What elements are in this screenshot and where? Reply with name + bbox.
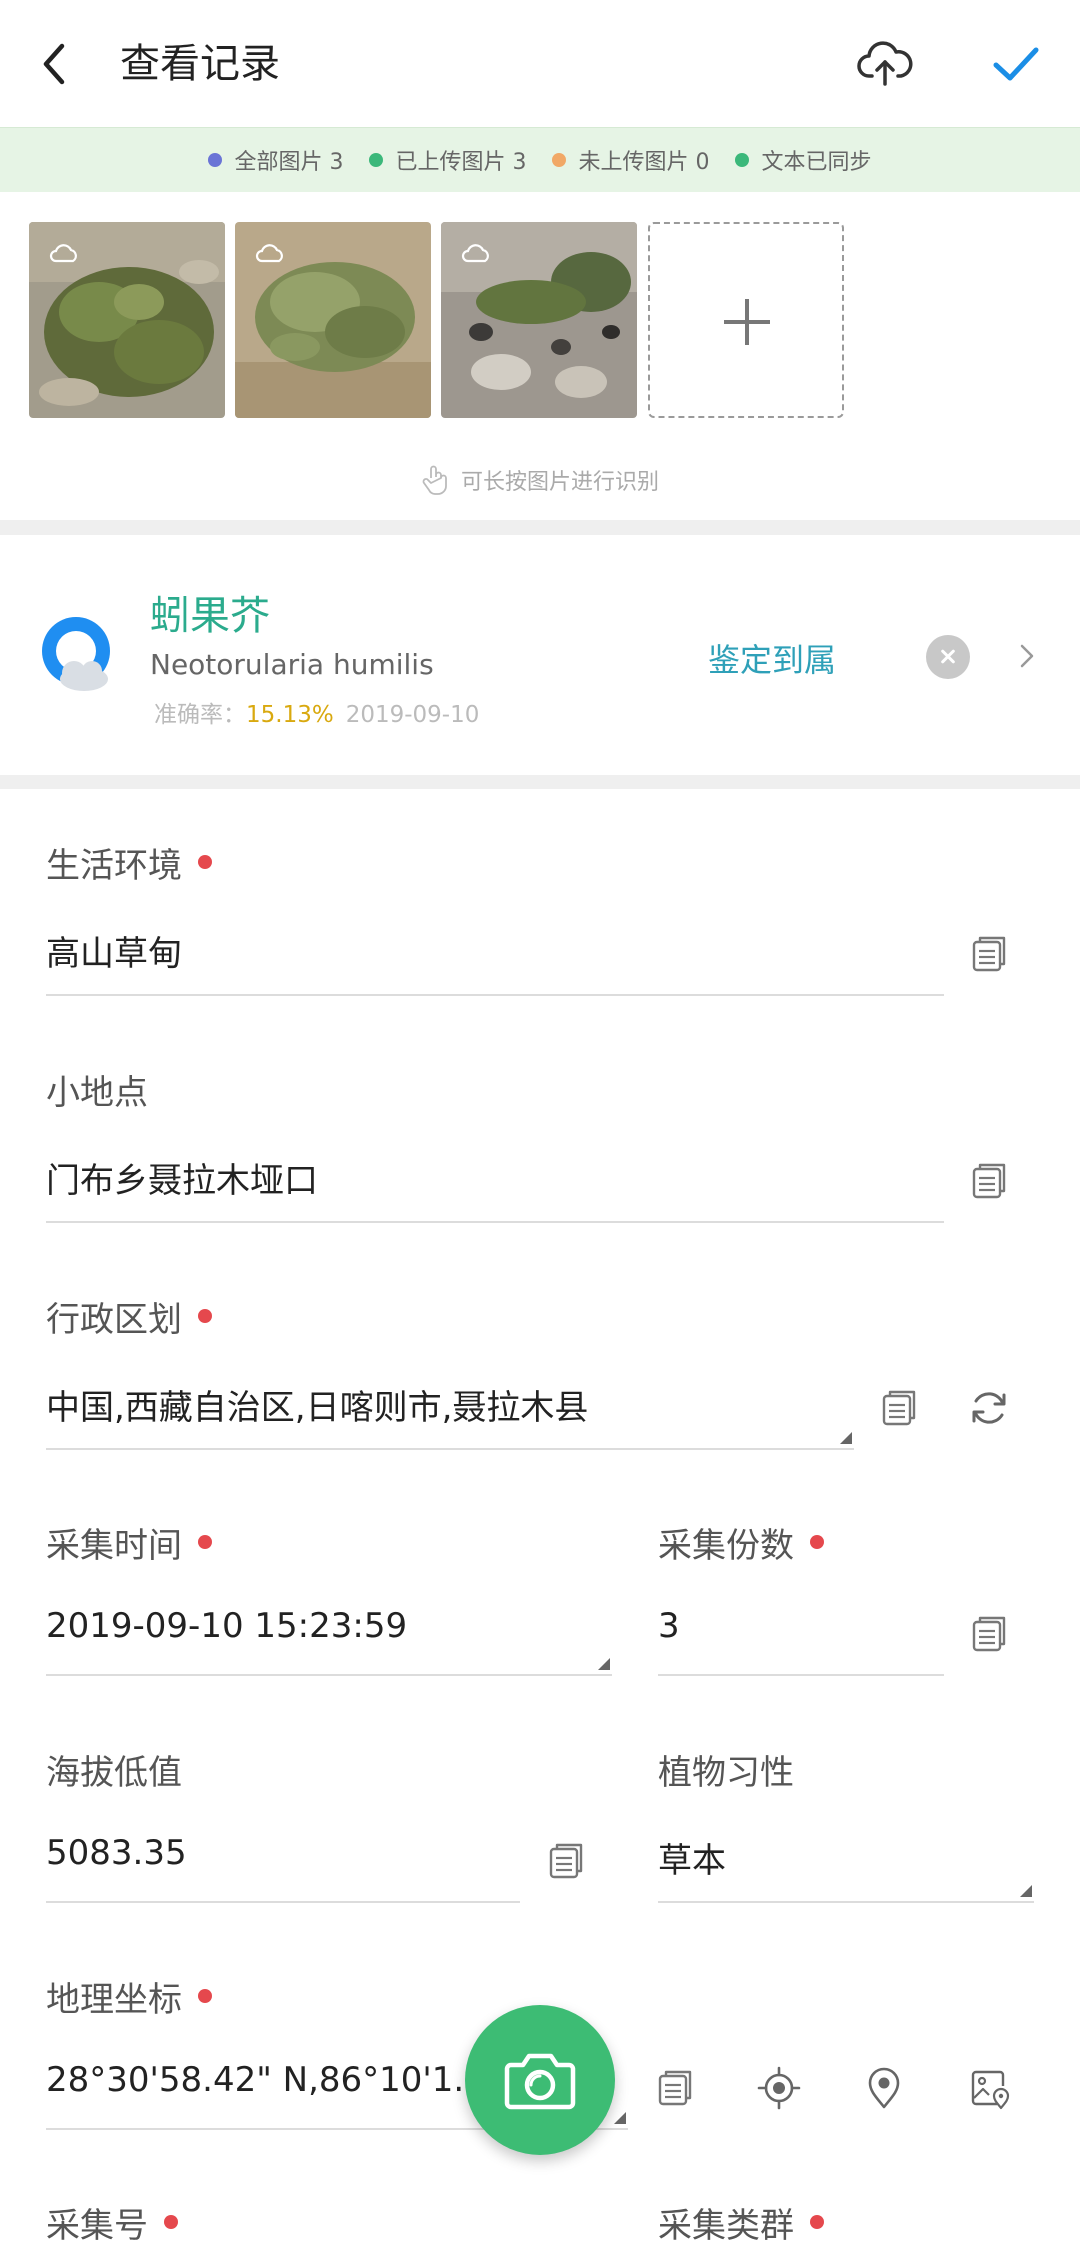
collection-number-label: 采集号 [46, 2198, 178, 2247]
altitude-field[interactable]: 5083.35 [46, 1833, 187, 1873]
field-underline [46, 1448, 854, 1450]
photo-thumbnail[interactable] [441, 222, 637, 418]
cloud-synced-icon [255, 244, 283, 263]
locality-field[interactable]: 门布乡聂拉木垭口 [46, 1153, 318, 1202]
section-divider [0, 520, 1080, 535]
altitude-label: 海拔低值 [46, 1753, 182, 1793]
collect-time-field[interactable]: 2019-09-10 15:23:59 [46, 1606, 407, 1646]
plant-habit-select[interactable]: 草本 [658, 1833, 726, 1882]
status-uploaded-images: 已上传图片 3 [369, 144, 526, 176]
field-underline [658, 1901, 1034, 1903]
copy-icon[interactable] [967, 932, 1011, 976]
top-app-bar: 查看记录 [0, 0, 1080, 127]
field-underline [46, 1674, 612, 1676]
hint-text: 可长按图片进行识别 [460, 470, 659, 495]
status-all-images: 全部图片 3 [208, 144, 343, 176]
upload-status-bar: 全部图片 3 已上传图片 3 未上传图片 0 文本已同步 [0, 127, 1080, 192]
status-dot [552, 153, 567, 167]
dropdown-corner-icon [840, 1432, 852, 1444]
species-card[interactable]: 蚓果芥 Neotorularia humilis 准确率：15.13% 2019-… [0, 535, 1080, 775]
field-underline [46, 994, 944, 996]
page-title: 查看记录 [120, 41, 280, 87]
chevron-right-icon[interactable] [1010, 639, 1044, 673]
cloud-synced-icon [49, 244, 77, 263]
coordinates-label: 地理坐标 [46, 1972, 212, 2021]
clear-icon[interactable] [926, 635, 970, 679]
camera-fab-button[interactable] [465, 2005, 615, 2155]
taxon-group-label: 采集类群 [658, 2198, 824, 2247]
refresh-icon[interactable] [967, 1386, 1011, 1430]
collect-count-label: 采集份数 [658, 1518, 824, 1567]
required-dot [198, 1308, 212, 1323]
chevron-left-icon[interactable] [26, 34, 86, 94]
collect-time-label: 采集时间 [46, 1518, 212, 1567]
add-photo-button[interactable] [648, 222, 844, 418]
accuracy-row: 准确率：15.13% 2019-09-10 [154, 695, 479, 729]
hand-tap-icon [422, 465, 447, 495]
plant-habit-label: 植物习性 [658, 1753, 794, 1793]
required-dot [810, 2214, 824, 2229]
camera-icon [504, 2053, 576, 2110]
record-view-page: 查看记录 全部图片 3 已上传图片 3 未上传图片 0 文本已同步 可长按图片进… [0, 0, 1080, 2261]
identify-date: 2019-09-10 [345, 702, 480, 728]
required-dot [198, 1534, 212, 1549]
required-dot [198, 1988, 212, 2003]
admin-region-field[interactable]: 中国,西藏自治区,日喀则市,聂拉木县 [46, 1380, 588, 1429]
dropdown-corner-icon [614, 2112, 626, 2124]
status-label: 已上传图片 3 [395, 150, 527, 175]
locality-label: 小地点 [46, 1073, 148, 1113]
map-pin-icon[interactable] [862, 2066, 906, 2110]
copy-icon[interactable] [653, 2066, 697, 2110]
collect-count-field[interactable]: 3 [658, 1606, 680, 1646]
check-icon[interactable] [986, 34, 1046, 94]
cloud-recognition-icon [42, 617, 110, 691]
species-latin-name: Neotorularia humilis [150, 648, 434, 681]
copy-icon[interactable] [967, 1159, 1011, 1203]
status-dot [369, 153, 384, 167]
copy-icon[interactable] [544, 1839, 588, 1883]
photo-thumbnail[interactable] [29, 222, 225, 418]
photo-thumbnail[interactable] [235, 222, 431, 418]
habitat-label: 生活环境 [46, 838, 212, 887]
habitat-field[interactable]: 高山草甸 [46, 926, 182, 975]
required-dot [164, 2214, 178, 2229]
required-dot [198, 854, 212, 869]
section-divider [0, 775, 1080, 789]
photo-strip: 可长按图片进行识别 [0, 192, 1080, 520]
dropdown-corner-icon [1020, 1885, 1032, 1897]
status-label: 未上传图片 0 [578, 150, 710, 175]
field-underline [658, 1674, 944, 1676]
copy-icon[interactable] [967, 1612, 1011, 1656]
status-label: 全部图片 3 [234, 150, 344, 175]
gps-locate-icon[interactable] [757, 2066, 801, 2110]
status-dot [208, 153, 223, 167]
image-location-icon[interactable] [967, 2066, 1011, 2110]
cloud-synced-icon [461, 244, 489, 263]
identify-to-genus-button[interactable]: 鉴定到属 [708, 635, 836, 681]
field-underline [46, 1221, 944, 1223]
admin-region-label: 行政区划 [46, 1292, 212, 1341]
dropdown-corner-icon [598, 1658, 610, 1670]
cloud-upload-icon[interactable] [855, 34, 915, 94]
status-dot [735, 153, 750, 167]
coordinates-field[interactable]: 28°30'58.42" N,86°10'1.17" [46, 2060, 523, 2100]
status-label: 文本已同步 [761, 150, 872, 175]
accuracy-label: 准确率： [154, 702, 246, 728]
copy-icon[interactable] [877, 1386, 921, 1430]
long-press-hint: 可长按图片进行识别 [0, 464, 1080, 496]
required-dot [810, 1534, 824, 1549]
accuracy-value: 15.13% [246, 702, 334, 728]
status-text-synced: 文本已同步 [735, 144, 872, 176]
status-pending-images: 未上传图片 0 [552, 144, 709, 176]
species-chinese-name: 蚓果芥 [150, 593, 270, 639]
field-underline [46, 1901, 520, 1903]
